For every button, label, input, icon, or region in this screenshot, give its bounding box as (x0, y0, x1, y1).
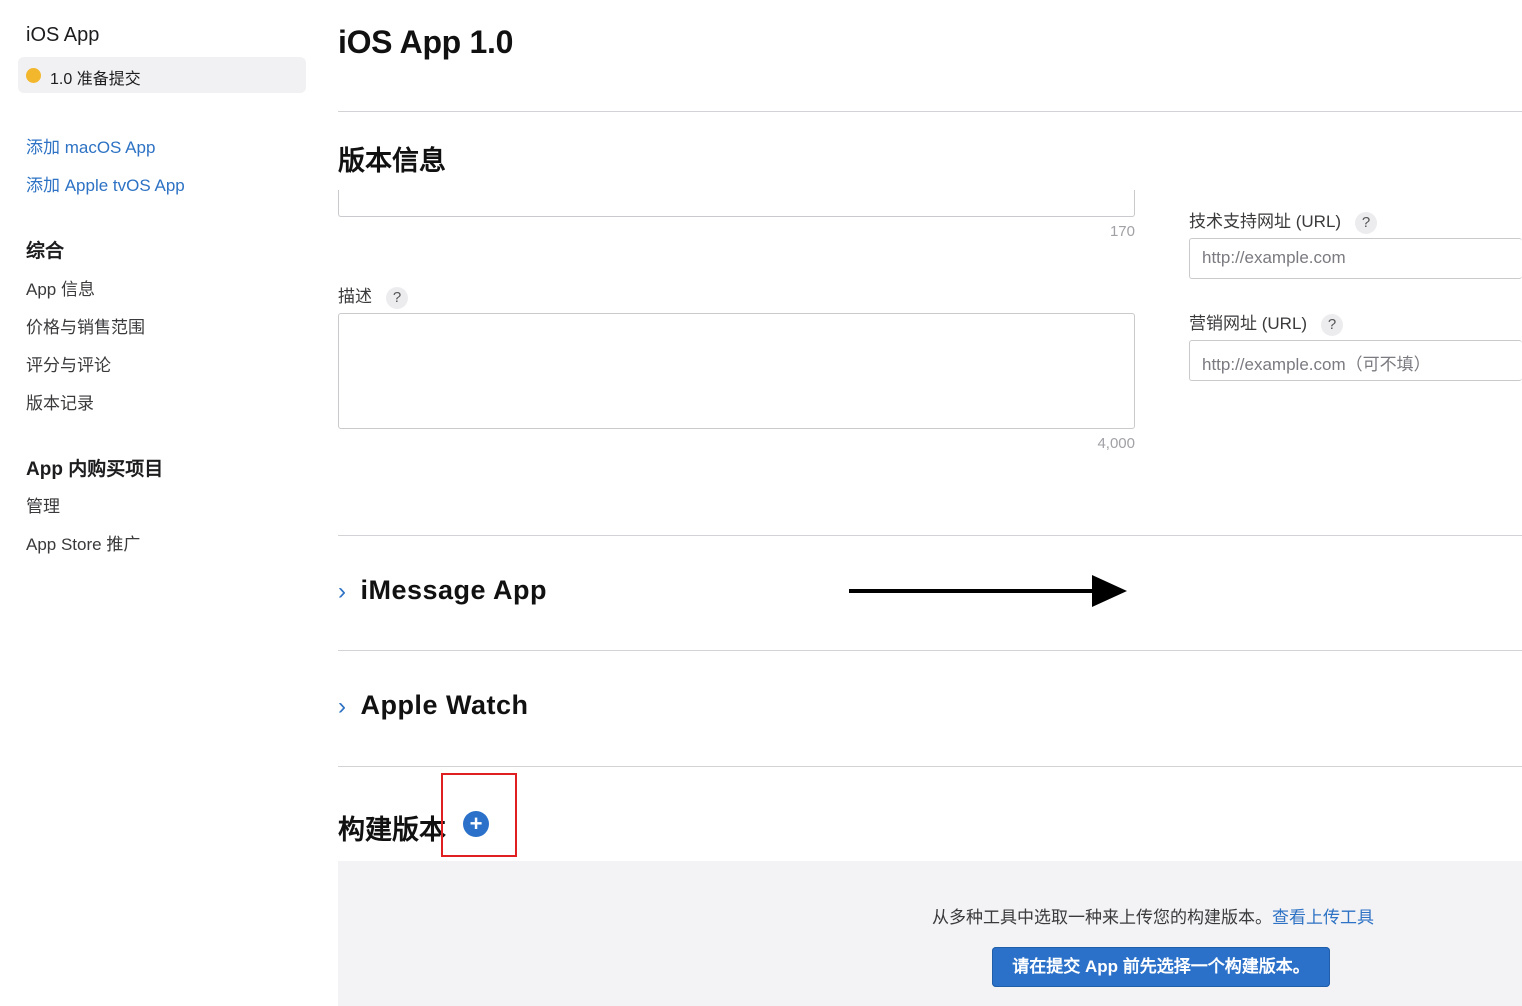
imessage-app-section-toggle[interactable]: › iMessage App (338, 575, 547, 606)
marketing-url-label-row: 营销网址 (URL)? (1189, 309, 1344, 336)
section-divider (338, 535, 1522, 536)
sidebar-version-label: 1.0 准备提交 (50, 71, 141, 88)
description-help-icon[interactable]: ? (386, 286, 408, 309)
sidebar-heading-general: 综合 (26, 241, 65, 262)
apple-watch-title: Apple Watch (360, 690, 529, 720)
header-divider (338, 111, 1522, 112)
description-counter: 4,000 (1097, 435, 1135, 452)
description-textarea[interactable] (338, 313, 1135, 429)
sidebar-item-app-store-promo[interactable]: App Store 推广 (26, 530, 140, 555)
chevron-right-icon: › (338, 578, 346, 605)
select-build-button[interactable]: 请在提交 App 前先选择一个构建版本。 (992, 947, 1330, 987)
sidebar-heading-iap: App 内购买项目 (26, 459, 164, 480)
add-macos-app-link[interactable]: 添加 macOS App (26, 133, 155, 158)
support-url-input[interactable]: http://example.com (1189, 238, 1522, 279)
imessage-app-title: iMessage App (360, 575, 548, 605)
chevron-right-icon: › (338, 693, 346, 720)
upload-text: 从多种工具中选取一种来上传您的构建版本。 (932, 908, 1272, 927)
sidebar-item-manage[interactable]: 管理 (26, 492, 60, 517)
add-tvos-app-link[interactable]: 添加 Apple tvOS App (26, 171, 185, 196)
section-divider (338, 650, 1522, 651)
sidebar-item-pricing[interactable]: 价格与销售范围 (26, 313, 145, 338)
sidebar-item-app-info[interactable]: App 信息 (26, 275, 95, 300)
highlight-box (441, 773, 517, 857)
upload-text-row: 从多种工具中选取一种来上传您的构建版本。查看上传工具 (932, 903, 1374, 928)
sidebar-item-version-history[interactable]: 版本记录 (26, 389, 94, 414)
marketing-url-help-icon[interactable]: ? (1321, 313, 1344, 336)
description-label-row: 描述? (338, 282, 408, 309)
promo-text-input[interactable] (338, 190, 1135, 217)
sidebar-version-item[interactable]: 1.0 准备提交 (18, 57, 306, 93)
status-dot-icon (26, 68, 41, 83)
apple-watch-section-toggle[interactable]: › Apple Watch (338, 690, 528, 721)
build-title: 构建版本 (338, 815, 446, 845)
marketing-url-label: 营销网址 (URL) (1189, 314, 1308, 333)
support-url-label: 技术支持网址 (URL) (1189, 212, 1342, 231)
marketing-url-input[interactable]: http://example.com（可不填） (1189, 340, 1522, 381)
sidebar-app-title: iOS App (26, 24, 100, 46)
view-upload-tools-link[interactable]: 查看上传工具 (1272, 908, 1374, 927)
sidebar-item-ratings[interactable]: 评分与评论 (26, 351, 111, 376)
support-url-label-row: 技术支持网址 (URL)? (1189, 207, 1378, 234)
build-panel (338, 861, 1522, 1006)
promo-text-counter: 170 (1109, 223, 1135, 240)
support-url-help-icon[interactable]: ? (1355, 211, 1378, 234)
page-title: iOS App 1.0 (338, 24, 514, 60)
description-label: 描述 (338, 287, 372, 306)
version-info-title: 版本信息 (338, 146, 446, 176)
annotation-arrow-icon (849, 575, 1127, 607)
section-divider (338, 766, 1522, 767)
